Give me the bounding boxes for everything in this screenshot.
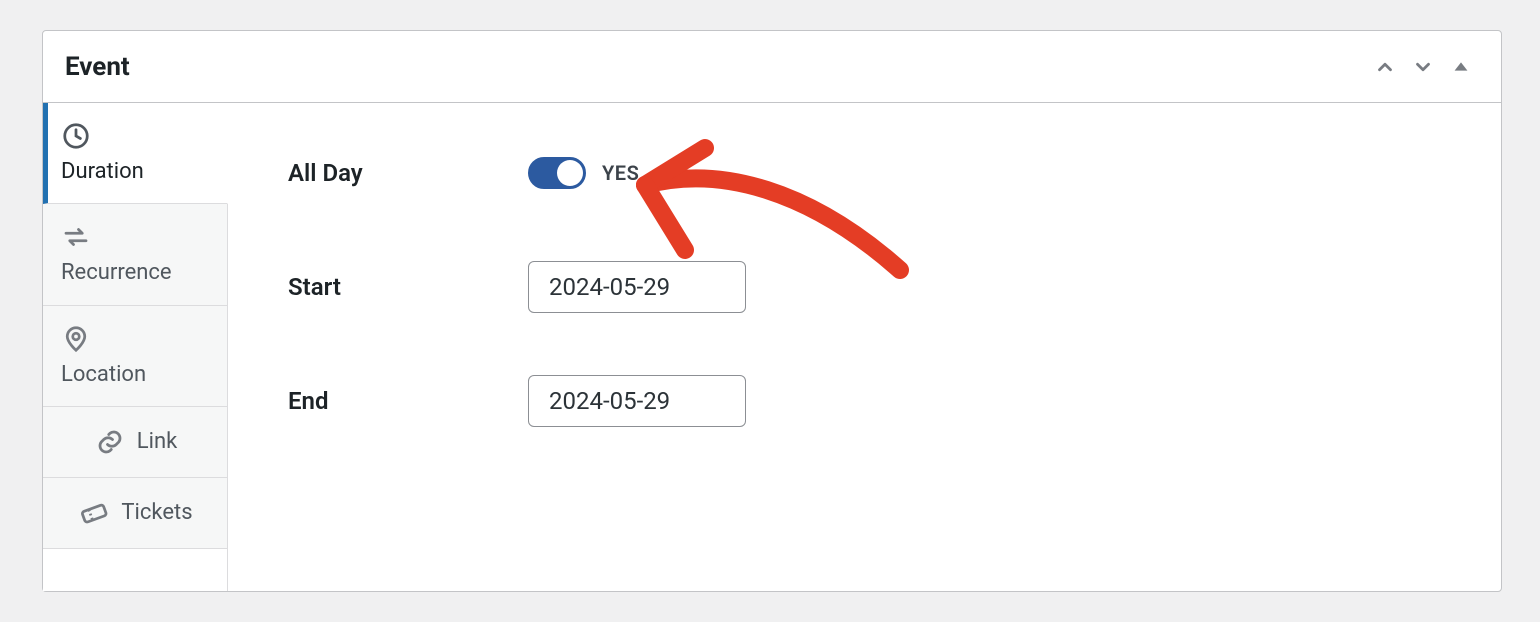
tab-recurrence[interactable]: Recurrence xyxy=(43,204,227,305)
end-label: End xyxy=(288,387,528,415)
location-pin-icon xyxy=(61,324,211,354)
event-panel: Event Duration xyxy=(42,30,1502,592)
tab-tickets[interactable]: Tickets xyxy=(43,478,227,549)
tab-link[interactable]: Link xyxy=(43,407,227,478)
tab-label: Location xyxy=(61,362,211,388)
tab-label: Recurrence xyxy=(61,260,211,286)
all-day-toggle-wrap: YES xyxy=(528,157,639,189)
move-down-button[interactable] xyxy=(1405,49,1441,85)
start-label: Start xyxy=(288,273,528,301)
toggle-knob xyxy=(557,160,583,186)
all-day-toggle[interactable] xyxy=(528,157,586,189)
panel-body: Duration Recurrence Location Link xyxy=(43,103,1501,591)
collapse-button[interactable] xyxy=(1443,49,1479,85)
start-date-input[interactable] xyxy=(528,261,746,313)
triangle-up-icon xyxy=(1450,56,1472,78)
chevron-down-icon xyxy=(1412,56,1434,78)
end-date-input[interactable] xyxy=(528,375,746,427)
move-up-button[interactable] xyxy=(1367,49,1403,85)
clock-icon xyxy=(61,121,211,151)
field-end: End xyxy=(288,375,1441,427)
tickets-icon xyxy=(79,498,109,528)
tab-label: Link xyxy=(137,429,178,455)
panel-header: Event xyxy=(43,31,1501,103)
tab-location[interactable]: Location xyxy=(43,306,227,407)
field-start: Start xyxy=(288,261,1441,313)
settings-tabs: Duration Recurrence Location Link xyxy=(43,103,228,591)
link-icon xyxy=(95,427,125,457)
repeat-icon xyxy=(61,222,211,252)
panel-header-actions xyxy=(1367,49,1479,85)
tab-label: Duration xyxy=(61,159,211,185)
chevron-up-icon xyxy=(1374,56,1396,78)
all-day-status: YES xyxy=(602,161,639,185)
panel-title: Event xyxy=(65,52,130,82)
all-day-label: All Day xyxy=(288,159,528,187)
tab-content-duration: All Day YES Start End xyxy=(228,103,1501,591)
tab-label: Tickets xyxy=(121,500,192,526)
field-all-day: All Day YES xyxy=(288,147,1441,199)
tab-duration[interactable]: Duration xyxy=(43,103,228,204)
